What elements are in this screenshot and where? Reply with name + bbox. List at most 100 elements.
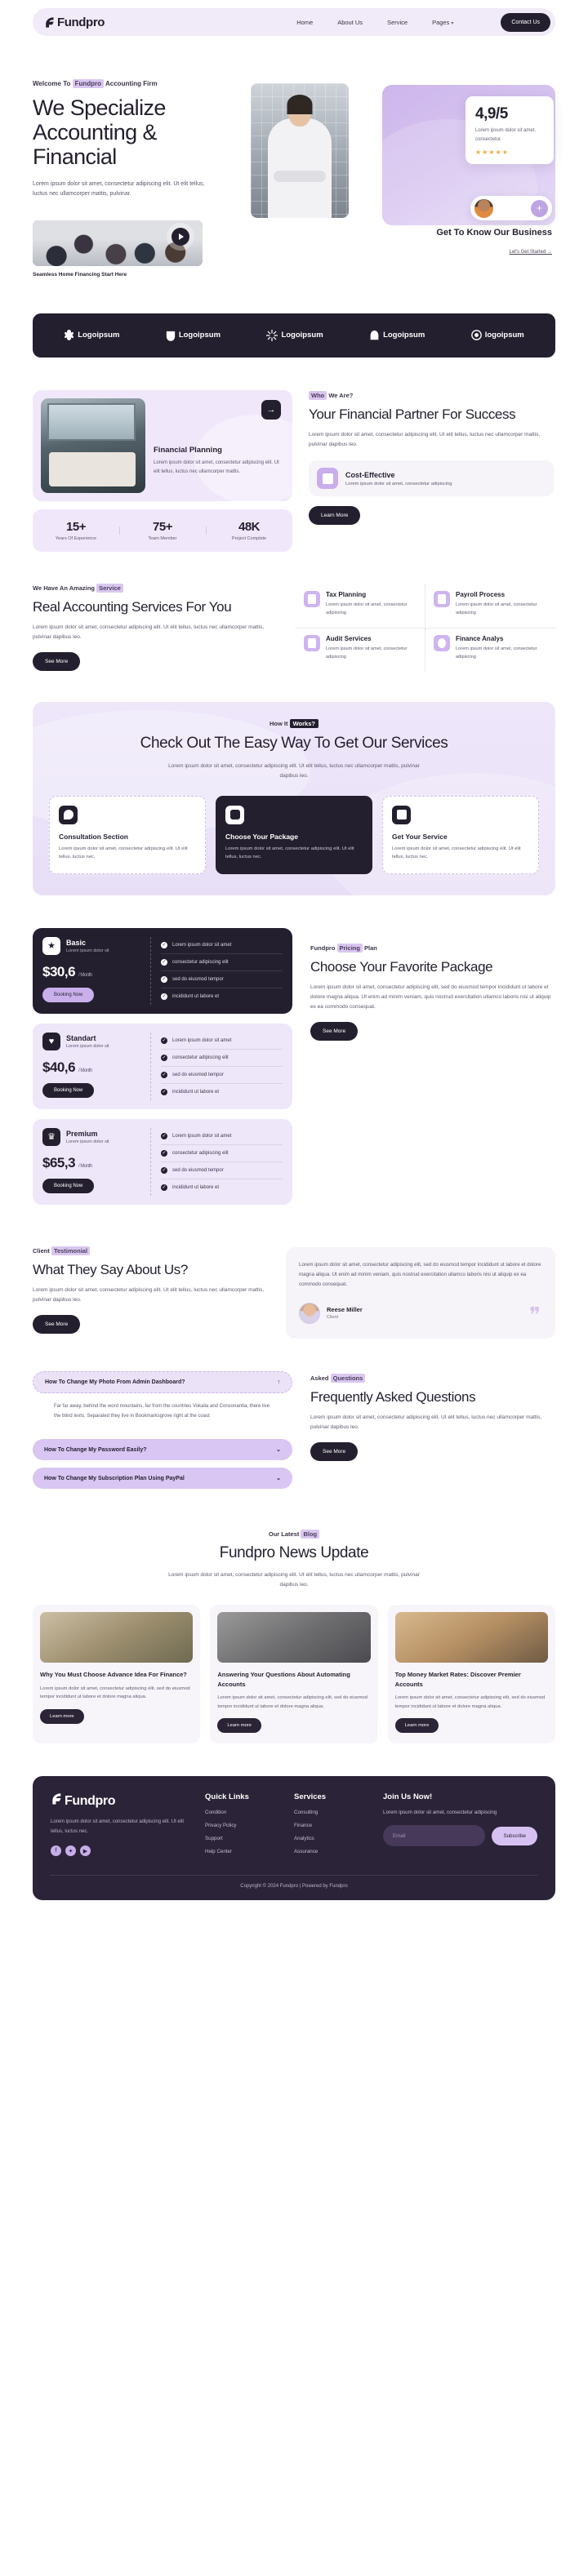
testimonial-card: Lorem ipsum dolor sit amet, consectetur … [286,1246,555,1339]
chevron-down-icon[interactable]: ⌄ [276,1446,281,1453]
stat-item: 15+ Years Of Experience [33,520,119,541]
about-learn-more-button[interactable]: Learn More [309,506,361,526]
services-see-more-button[interactable]: See More [33,652,81,672]
blog-card-1[interactable]: Why You Must Choose Advance Idea For Fin… [33,1605,201,1744]
blog-section: Our Latest Blog Fundpro News Update Lore… [33,1496,555,1744]
footer-link-help-center[interactable]: Help Center [205,1849,283,1854]
service-item-finance-analys[interactable]: Finance Analys Lorem ipsum dolor sit ame… [425,628,555,672]
chevron-up-icon[interactable]: ↑ [278,1379,281,1385]
blog-card-2[interactable]: Answering Your Questions About Automatin… [210,1605,378,1744]
booking-now-button[interactable]: Booking Now [42,1082,95,1098]
faq-eyebrow: Asked Questions [310,1373,555,1383]
faq-item-3[interactable]: How To Change My Subscription Plan Using… [33,1468,292,1490]
nav-item-home[interactable]: Home [296,19,313,26]
pricing-see-more-button[interactable]: See More [310,1021,359,1041]
footer-link-privacy-policy[interactable]: Privacy Policy [205,1823,283,1828]
hero-panel-link[interactable]: Let's Get Started → [509,250,552,255]
testimonial-see-more-button[interactable]: See More [33,1314,81,1334]
faq-see-more-button[interactable]: See More [310,1442,359,1462]
check-icon: ✓ [161,1132,167,1139]
nav-item-home-label: Home [296,18,314,26]
target-logo-icon [470,330,482,341]
services-section: We Have An Amazing Service Real Accounti… [33,552,555,672]
hero-eyebrow-highlight: Fundpro [72,79,105,88]
check-icon: ✓ [161,1166,167,1174]
add-icon[interactable]: + [531,199,548,217]
blog-learn-more-button[interactable]: Learn more [40,1709,84,1725]
brand-logo[interactable]: Fundpro [44,16,105,29]
partner-logo-4-label: Logoipsum [383,331,425,340]
arrow-right-icon[interactable]: → [261,399,281,420]
service-item-audit-services[interactable]: Audit Services Lorem ipsum dolor sit ame… [296,628,425,672]
footer-link-analytics[interactable]: Analytics [294,1836,372,1841]
twitter-icon[interactable]: ✦ [65,1845,76,1857]
services-eyebrow-highlight: Service [96,583,123,593]
blog-cards: Why You Must Choose Advance Idea For Fin… [33,1605,555,1744]
plan-feature-label: sed do eiusmod tempor [172,976,224,982]
services-left-column: We Have An Amazing Service Real Accounti… [33,583,278,672]
check-icon: ✓ [161,1088,167,1095]
how-card-get-your-service[interactable]: Get Your Service Lorem ipsum dolor sit a… [382,795,539,874]
faq-item-2[interactable]: How To Change My Password Easily? ⌄ [33,1439,292,1461]
pricing-card-basic[interactable]: ★ Basic Lorem ipsum dolor sit $30,6/ Mon… [33,927,292,1014]
footer-link-consulting[interactable]: Consulting [294,1810,372,1815]
hero-video-caption: Seamless Home Financing Start Here [33,272,127,278]
plan-subtitle: Lorem ipsum dolor sit [66,1043,109,1049]
rating-card: 4,9/5 Lorem ipsum dolor sit amet, consec… [466,96,554,164]
services-eyebrow: We Have An Amazing Service [33,583,278,593]
document-list-icon [392,805,411,824]
plan-feature-label: Lorem ipsum dolor sit amet [172,942,232,948]
footer-link-assurance[interactable]: Assurance [294,1849,372,1854]
services-grid: Tax Planning Lorem ipsum dolor sit amet,… [296,584,555,672]
blog-card-3[interactable]: Top Money Market Rates: Discover Premier… [387,1605,555,1744]
plan-price-period: / Month [78,1163,92,1169]
booking-now-button[interactable]: Booking Now [42,987,95,1002]
blog-learn-more-button[interactable]: Learn more [217,1718,261,1734]
how-card-choose-your-package[interactable]: Choose Your Package Lorem ipsum dolor si… [216,795,372,874]
plan-feature: ✓ sed do eiusmod tempor [161,1065,283,1083]
service-item-tax-planning[interactable]: Tax Planning Lorem ipsum dolor sit amet,… [296,584,425,628]
pricing-card-standart[interactable]: ♥ Standart Lorem ipsum dolor sit $40,6/ … [33,1023,292,1109]
photo-person-arms [274,171,326,182]
stat-item: 48K Project Complete [206,520,292,541]
subscribe-button[interactable]: Subscribe [492,1826,537,1845]
footer-link-condition[interactable]: Condition [205,1810,283,1815]
nav-item-about-us[interactable]: About Us [337,19,363,26]
cost-effective-desc: Lorem ipsum dolor sit amet, consectetur … [345,481,452,486]
avatar-pill[interactable]: + [470,196,552,220]
footer-brand-column: Fundpro Lorem ipsum dolor sit amet, cons… [51,1792,194,1862]
plan-feature: ✓ sed do eiusmod tempor [161,970,283,988]
footer-logo[interactable]: Fundpro [51,1792,194,1810]
footer-link-support[interactable]: Support [205,1836,283,1841]
plan-feature: ✓ incididunt ut labore et [161,1178,283,1196]
blog-learn-more-button[interactable]: Learn more [394,1718,439,1734]
hero-video-card[interactable] [33,220,203,267]
testimonial-title: What They Say About Us? [33,1261,188,1277]
footer-link-finance[interactable]: Finance [294,1823,372,1828]
stat-item: 75+ Team Member [119,520,206,541]
footer-quick-links-column: Quick Links Condition Privacy Policy Sup… [205,1792,283,1862]
testimonial-section: Client Testimonial What They Say About U… [33,1215,555,1339]
calculator-icon [304,590,320,607]
chevron-down-icon[interactable]: ⌄ [276,1475,281,1481]
financial-planning-card[interactable]: → Financial Planning Lorem ipsum dolor s… [33,389,292,501]
about-eyebrow-highlight: Who [309,390,327,400]
planning-card-title: Financial Planning [154,445,222,455]
how-card-consultation-section[interactable]: Consultation Section Lorem ipsum dolor s… [49,795,206,874]
service-item-payroll-process[interactable]: Payroll Process Lorem ipsum dolor sit am… [425,584,555,628]
faq-eyebrow-pre: Asked [310,1374,329,1382]
contact-us-button[interactable]: Contact Us [501,12,550,32]
service-title: Payroll Process [456,590,506,598]
pricing-card-premium[interactable]: ♛ Premium Lorem ipsum dolor sit $65,3/ M… [33,1118,292,1205]
newsletter-form: Subscribe [383,1825,537,1847]
about-eyebrow: Who We Are? [309,390,554,400]
check-icon: ✓ [161,993,167,1000]
email-input[interactable] [383,1825,486,1847]
facebook-icon[interactable]: f [51,1845,61,1857]
nav-item-pages[interactable]: Pages ▾ [432,19,453,26]
faq-item-1[interactable]: How To Change My Photo From Admin Dashbo… [33,1370,292,1393]
booking-now-button[interactable]: Booking Now [42,1178,95,1193]
nav-item-service[interactable]: Service [387,19,408,26]
fundpro-logo-icon [51,1792,64,1810]
youtube-icon[interactable]: ▶ [80,1845,91,1857]
